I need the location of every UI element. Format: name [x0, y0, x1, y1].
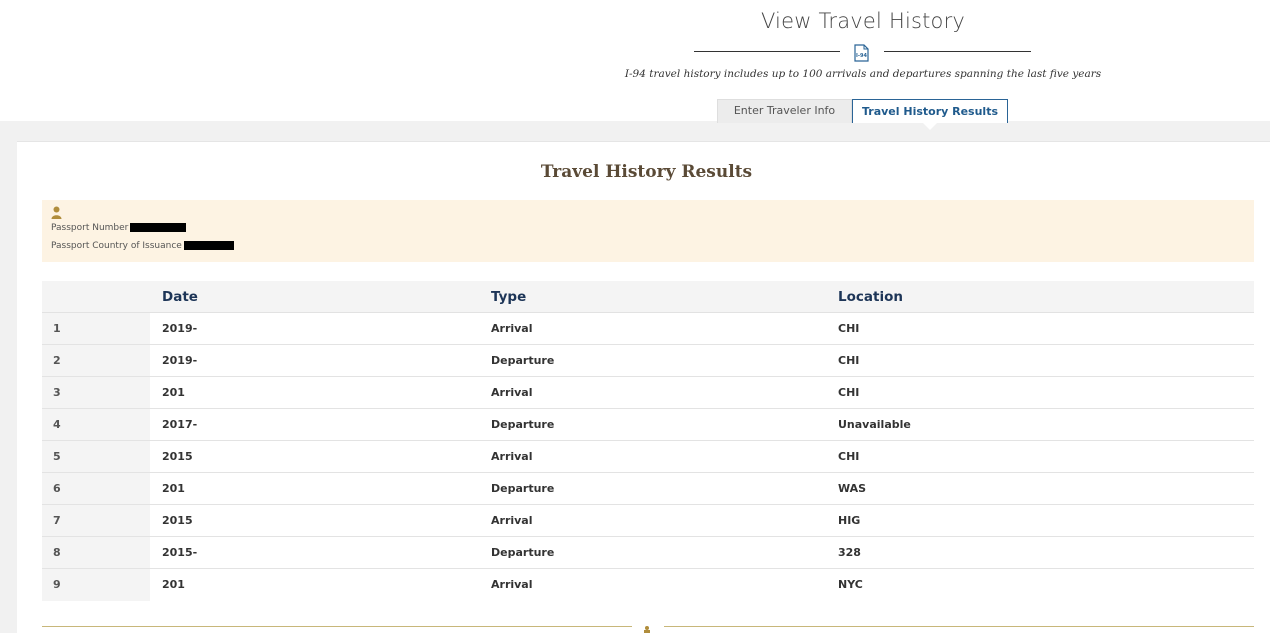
svg-text:I-94: I-94 — [856, 53, 867, 59]
column-header-location[interactable]: Location — [838, 289, 903, 305]
bottom-divider-right — [664, 626, 1254, 627]
i94-document-icon: I-94 — [854, 44, 869, 62]
column-header-date[interactable]: Date — [162, 289, 198, 305]
row-type: Departure — [491, 418, 555, 431]
row-type: Arrival — [491, 322, 533, 335]
row-date: 2015 — [162, 450, 193, 463]
person-icon — [644, 626, 650, 633]
row-number: 1 — [53, 322, 61, 335]
row-location: Unavailable — [838, 418, 911, 431]
row-number: 5 — [53, 450, 61, 463]
passport-country-label: Passport Country of Issuance : — [51, 241, 188, 251]
table-row: 9 201 Arrival NYC — [42, 569, 1254, 601]
row-date: 2017- — [162, 418, 198, 431]
passport-number-redacted — [130, 223, 187, 232]
tab-enter-traveler-info[interactable]: Enter Traveler Info — [717, 99, 852, 123]
row-date: 2019- — [162, 322, 198, 335]
row-type: Departure — [491, 546, 555, 559]
row-location: HIG — [838, 514, 861, 527]
page-title: View Travel History — [760, 9, 966, 33]
row-location: 328 — [838, 546, 861, 559]
row-location: CHI — [838, 354, 860, 367]
row-type: Arrival — [491, 386, 533, 399]
row-type: Departure — [491, 354, 555, 367]
title-divider-right — [884, 51, 1031, 52]
header-number-cell — [42, 281, 150, 312]
row-date: 2015 — [162, 514, 193, 527]
table-row: 2 2019- Departure CHI — [42, 345, 1254, 377]
table-header: Date Type Location — [42, 281, 1254, 313]
passport-number-label: Passport Number : — [51, 223, 135, 233]
row-number: 7 — [53, 514, 61, 527]
row-number: 4 — [53, 418, 61, 431]
row-date: 2019- — [162, 354, 198, 367]
row-type: Arrival — [491, 450, 533, 463]
row-type: Arrival — [491, 514, 533, 527]
table-row: 6 201 Departure WAS — [42, 473, 1254, 505]
row-date: 201 — [162, 386, 185, 399]
bottom-divider-left — [42, 626, 632, 627]
title-divider-left — [694, 51, 840, 52]
row-date: 2015- — [162, 546, 198, 559]
row-number: 2 — [53, 354, 61, 367]
passport-country-redacted — [183, 241, 234, 250]
results-heading: Travel History Results — [540, 162, 753, 182]
row-date: 201 — [162, 482, 185, 495]
row-location: NYC — [838, 578, 863, 591]
row-date: 201 — [162, 578, 185, 591]
tab-travel-history-results[interactable]: Travel History Results — [852, 99, 1008, 123]
row-location: CHI — [838, 386, 860, 399]
column-header-type[interactable]: Type — [491, 289, 526, 305]
row-location: CHI — [838, 450, 860, 463]
table-row: 3 201 Arrival CHI — [42, 377, 1254, 409]
row-location: WAS — [838, 482, 867, 495]
table-row: 8 2015- Departure 328 — [42, 537, 1254, 569]
table-row: 5 2015 Arrival CHI — [42, 441, 1254, 473]
traveler-info-box — [42, 200, 1254, 262]
page-subtitle: I-94 travel history includes up to 100 a… — [624, 68, 1102, 80]
row-number: 6 — [53, 482, 61, 495]
table-row: 4 2017- Departure Unavailable — [42, 409, 1254, 441]
passport-country-row: Passport Country of Issuance : — [51, 241, 234, 251]
table-row: 1 2019- Arrival CHI — [42, 313, 1254, 345]
row-number: 9 — [53, 578, 61, 591]
active-tab-pointer — [922, 122, 938, 130]
row-location: CHI — [838, 322, 860, 335]
row-type: Arrival — [491, 578, 533, 591]
row-number: 8 — [53, 546, 61, 559]
person-icon — [51, 206, 62, 219]
row-type: Departure — [491, 482, 555, 495]
passport-number-row: Passport Number : — [51, 223, 187, 233]
travel-history-table: Date Type Location 1 2019- Arrival CHI 2… — [42, 281, 1254, 601]
row-number: 3 — [53, 386, 61, 399]
table-row: 7 2015 Arrival HIG — [42, 505, 1254, 537]
